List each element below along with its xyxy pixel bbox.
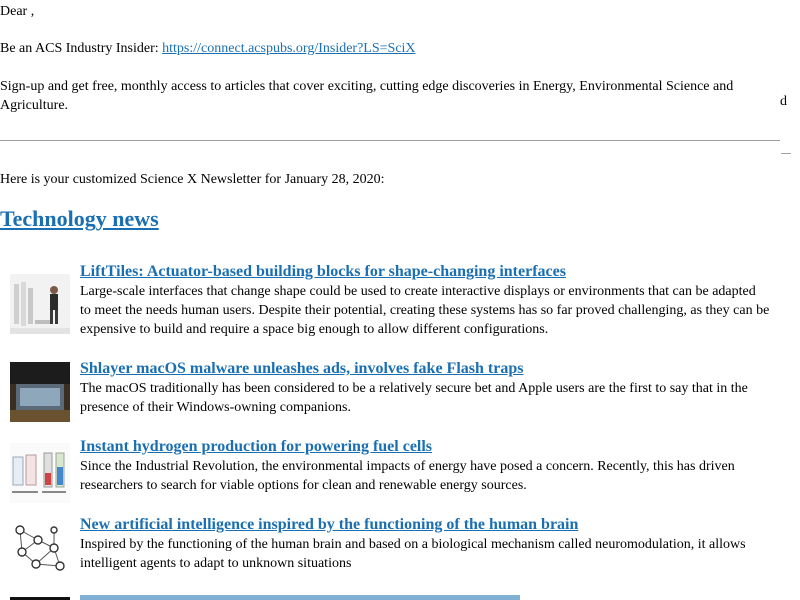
article-thumbnail[interactable] xyxy=(10,362,70,422)
insider-link[interactable]: https://connect.acspubs.org/Insider?LS=S… xyxy=(162,41,415,56)
section-title-technology-news[interactable]: Technology news xyxy=(0,204,159,234)
promo-line: Be an ACS Industry Insider: https://conn… xyxy=(0,39,416,58)
article-thumbnail[interactable] xyxy=(10,518,70,578)
greeting: Dear , xyxy=(0,4,35,19)
article-title-link[interactable]: LiftTiles: Actuator-based building block… xyxy=(80,262,566,282)
article-title-link[interactable]: Instant hydrogen production for powering… xyxy=(80,437,432,457)
clipped-divider-fragment xyxy=(781,153,791,154)
article-title-link[interactable]: New artificial intelligence inspired by … xyxy=(80,515,578,535)
clipped-text-fragment: d xyxy=(780,94,787,109)
article-title-link-clipped[interactable] xyxy=(80,595,520,600)
article-description: Since the Industrial Revolution, the env… xyxy=(80,459,735,493)
article-description: Large-scale interfaces that change shape… xyxy=(80,284,770,337)
article-description: Inspired by the functioning of the human… xyxy=(80,537,746,571)
newsletter-page: Dear , Be an ACS Industry Insider: https… xyxy=(0,0,800,600)
promo-body-line-1: Sign-up and get free, monthly access to … xyxy=(0,79,734,94)
article-item: LiftTiles: Actuator-based building block… xyxy=(10,262,780,342)
article-title-link[interactable]: Shlayer macOS malware unleashes ads, inv… xyxy=(80,359,523,379)
article-thumbnail[interactable] xyxy=(10,443,70,503)
article-item: New artificial intelligence inspired by … xyxy=(10,515,780,578)
promo-lead: Be an ACS Industry Insider: xyxy=(0,41,163,56)
newsletter-intro: Here is your customized Science X Newsle… xyxy=(0,172,385,187)
promo-body-line-2: Agriculture. xyxy=(0,98,69,113)
article-thumbnail[interactable] xyxy=(10,274,70,334)
article-item: Shlayer macOS malware unleashes ads, inv… xyxy=(10,359,780,422)
divider xyxy=(0,140,780,141)
article-description: The macOS traditionally has been conside… xyxy=(80,381,748,415)
article-item-partial xyxy=(10,593,780,600)
article-item: Instant hydrogen production for powering… xyxy=(10,437,780,503)
